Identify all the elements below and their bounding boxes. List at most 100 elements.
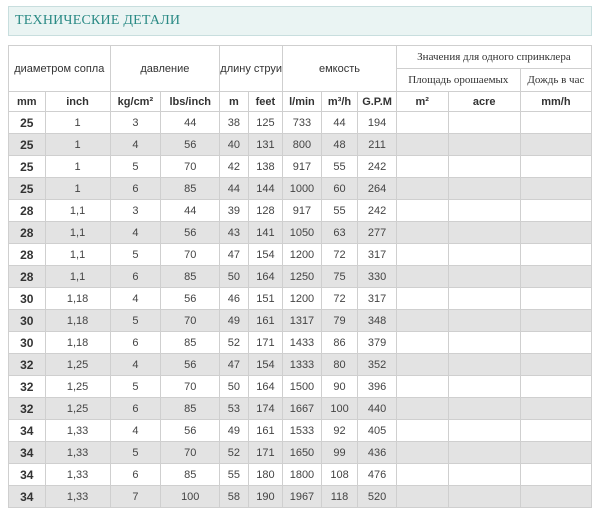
- table-cell: 1667: [282, 397, 322, 420]
- table-cell: 60: [320, 177, 359, 200]
- table-cell: 1,1: [44, 199, 111, 222]
- unit-header: lbs/inch: [160, 91, 221, 112]
- table-cell: 40: [219, 133, 249, 156]
- table-cell: 70: [160, 375, 221, 398]
- table-cell: 58: [219, 485, 249, 508]
- table-cell: 1,33: [44, 485, 111, 508]
- table-cell: 56: [160, 353, 221, 376]
- table-cell: 25: [8, 111, 46, 134]
- table-cell: 128: [247, 199, 284, 222]
- empty-cell: [519, 199, 593, 222]
- table-cell: 194: [357, 111, 397, 134]
- table-cell: 171: [247, 441, 284, 464]
- table-cell: 42: [219, 155, 249, 178]
- empty-cell: [395, 287, 449, 310]
- table-cell: 100: [160, 485, 221, 508]
- table-cell: 52: [219, 441, 249, 464]
- table-cell: 1: [44, 177, 111, 200]
- unit-header: acre: [447, 91, 521, 112]
- table-cell: 55: [219, 463, 249, 486]
- table-cell: 1200: [282, 243, 322, 266]
- table-cell: 108: [320, 463, 359, 486]
- table-cell: 53: [219, 397, 249, 420]
- table-cell: 85: [160, 397, 221, 420]
- empty-cell: [447, 441, 521, 464]
- table-cell: 3: [109, 199, 162, 222]
- table-cell: 48: [320, 133, 359, 156]
- table-row: 25 1 4 56 40 131 800 48 211: [8, 133, 593, 156]
- table-cell: 1: [44, 133, 111, 156]
- table-row: 25 1 6 85 44 144 1000 60 264: [8, 177, 593, 200]
- table-cell: 1,1: [44, 221, 111, 244]
- table-cell: 44: [160, 199, 221, 222]
- header-per-sprinkler: Значения для одного спринклера: [395, 45, 593, 69]
- table-cell: 1250: [282, 265, 322, 288]
- table-cell: 63: [320, 221, 359, 244]
- table-cell: 86: [320, 331, 359, 354]
- table-cell: 348: [357, 309, 397, 332]
- table-cell: 25: [8, 155, 46, 178]
- table-cell: 917: [282, 155, 322, 178]
- table-cell: 6: [109, 265, 162, 288]
- table-cell: 4: [109, 133, 162, 156]
- table-cell: 32: [8, 397, 46, 420]
- empty-cell: [447, 287, 521, 310]
- table-cell: 1050: [282, 221, 322, 244]
- table-cell: 151: [247, 287, 284, 310]
- empty-cell: [447, 155, 521, 178]
- table-cell: 1,25: [44, 375, 111, 398]
- table-cell: 85: [160, 177, 221, 200]
- empty-cell: [395, 441, 449, 464]
- table-cell: 330: [357, 265, 397, 288]
- empty-cell: [447, 397, 521, 420]
- empty-cell: [395, 397, 449, 420]
- table-cell: 5: [109, 155, 162, 178]
- unit-header: m²: [395, 91, 449, 112]
- header-capacity: емкость: [282, 45, 397, 92]
- table-cell: 92: [320, 419, 359, 442]
- unit-header: kg/cm²: [109, 91, 162, 112]
- table-row: 25 1 5 70 42 138 917 55 242: [8, 155, 593, 178]
- empty-cell: [519, 441, 593, 464]
- table-cell: 141: [247, 221, 284, 244]
- table-cell: 99: [320, 441, 359, 464]
- table-cell: 70: [160, 243, 221, 266]
- empty-cell: [395, 419, 449, 442]
- table-cell: 1: [44, 111, 111, 134]
- table-cell: 55: [320, 199, 359, 222]
- table-cell: 28: [8, 265, 46, 288]
- table-cell: 75: [320, 265, 359, 288]
- table-cell: 1,1: [44, 265, 111, 288]
- unit-header: mm/h: [519, 91, 593, 112]
- table-cell: 1433: [282, 331, 322, 354]
- table-cell: 211: [357, 133, 397, 156]
- empty-cell: [519, 331, 593, 354]
- unit-header: mm: [8, 91, 46, 112]
- table-cell: 396: [357, 375, 397, 398]
- table-cell: 70: [160, 441, 221, 464]
- table-cell: 1,1: [44, 243, 111, 266]
- empty-cell: [395, 155, 449, 178]
- empty-cell: [447, 133, 521, 156]
- unit-header: l/min: [282, 91, 322, 112]
- empty-cell: [519, 155, 593, 178]
- table-cell: 5: [109, 375, 162, 398]
- table-cell: 800: [282, 133, 322, 156]
- table-cell: 264: [357, 177, 397, 200]
- table-cell: 440: [357, 397, 397, 420]
- unit-header: feet: [247, 91, 284, 112]
- table-cell: 180: [247, 463, 284, 486]
- empty-cell: [519, 463, 593, 486]
- table-cell: 1967: [282, 485, 322, 508]
- table-cell: 28: [8, 221, 46, 244]
- table-cell: 6: [109, 331, 162, 354]
- table-cell: 242: [357, 199, 397, 222]
- table-cell: 30: [8, 309, 46, 332]
- table-cell: 5: [109, 441, 162, 464]
- table-row: 34 1,33 5 70 52 171 1650 99 436: [8, 441, 593, 464]
- empty-cell: [447, 463, 521, 486]
- table-cell: 1,25: [44, 353, 111, 376]
- table-cell: 6: [109, 177, 162, 200]
- table-row: 32 1,25 5 70 50 164 1500 90 396: [8, 375, 593, 398]
- empty-cell: [447, 111, 521, 134]
